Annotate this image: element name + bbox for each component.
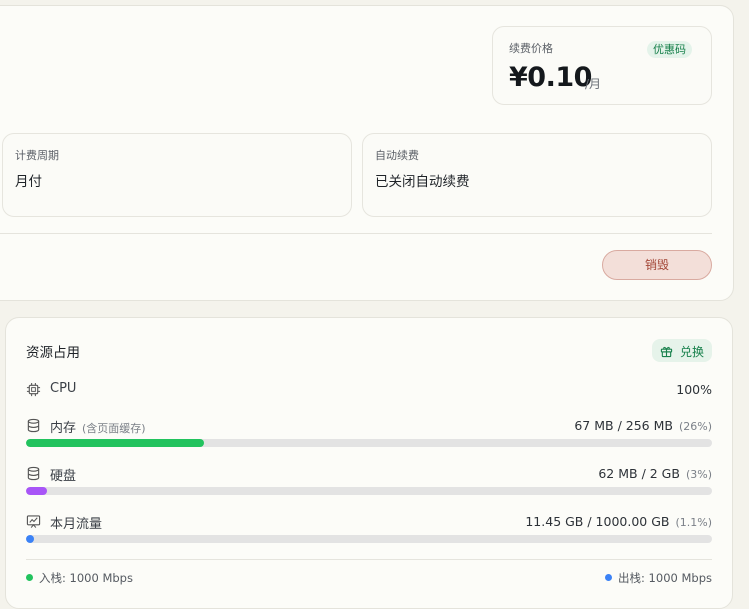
- traffic-chart-icon: [26, 515, 41, 528]
- auto-renew-label: 自动续费: [375, 149, 419, 162]
- billing-period-box: 计费周期 月付: [2, 133, 352, 217]
- exchange-label: 兑换: [680, 345, 705, 359]
- inbound-text: 入栈: 1000 Mbps: [39, 571, 133, 585]
- disk-usage: 62 MB / 2 GB: [598, 466, 680, 481]
- cpu-label: CPU: [50, 381, 77, 396]
- cpu-value: 100%: [676, 382, 712, 397]
- memory-progress-fill: [26, 439, 205, 447]
- memory-label-text: 内存: [50, 421, 77, 436]
- price-unit: /月: [585, 77, 602, 91]
- disk-value: 62 MB / 2 GB (3%): [598, 466, 712, 481]
- memory-progress-track: [26, 439, 712, 447]
- auto-renew-value: 已关闭自动续费: [375, 174, 470, 190]
- outbound-text: 出栈: 1000 Mbps: [618, 571, 712, 585]
- traffic-usage: 11.45 GB / 1000.00 GB: [525, 514, 670, 529]
- billing-divider: [0, 233, 712, 234]
- memory-label: 内存 (含页面缓存): [50, 417, 146, 436]
- disk-icon: [27, 466, 40, 481]
- inbound-bandwidth: 入栈: 1000 Mbps: [26, 570, 133, 586]
- memory-percent: (26%): [678, 420, 712, 433]
- outbound-dot: [605, 574, 613, 581]
- disk-progress-fill: [26, 487, 47, 495]
- database-icon: [27, 418, 40, 433]
- exchange-button[interactable]: 兑换: [652, 339, 712, 362]
- disk-progress-track: [26, 487, 712, 495]
- disk-percent: (3%): [685, 468, 712, 481]
- billing-period-value: 月付: [15, 174, 42, 190]
- renewal-price: ¥0.10: [509, 62, 592, 93]
- traffic-label: 本月流量: [50, 517, 103, 532]
- disk-label: 硬盘: [50, 469, 77, 484]
- gift-icon: [660, 346, 673, 358]
- traffic-percent: (1.1%): [675, 516, 712, 529]
- resource-divider: [26, 559, 712, 560]
- memory-note: (含页面缓存): [82, 422, 146, 435]
- billing-period-label: 计费周期: [15, 149, 59, 162]
- destroy-button[interactable]: 销毁: [602, 250, 712, 280]
- traffic-progress-track: [26, 535, 712, 543]
- renewal-price-label: 续费价格: [509, 42, 553, 55]
- resource-usage-title: 资源占用: [26, 345, 80, 361]
- memory-value: 67 MB / 256 MB (26%): [574, 418, 712, 433]
- traffic-progress-fill: [26, 535, 34, 543]
- traffic-value: 11.45 GB / 1000.00 GB (1.1%): [525, 514, 712, 529]
- inbound-dot: [26, 574, 33, 581]
- coupon-button[interactable]: 优惠码: [647, 41, 692, 58]
- renewal-price-box: 续费价格 优惠码 ¥0.10 /月: [492, 26, 712, 105]
- memory-usage: 67 MB / 256 MB: [574, 418, 673, 433]
- outbound-bandwidth: 出栈: 1000 Mbps: [605, 570, 712, 586]
- auto-renew-box: 自动续费 已关闭自动续费: [362, 133, 712, 217]
- cpu-icon: [26, 382, 41, 397]
- resource-usage-card: [5, 317, 733, 609]
